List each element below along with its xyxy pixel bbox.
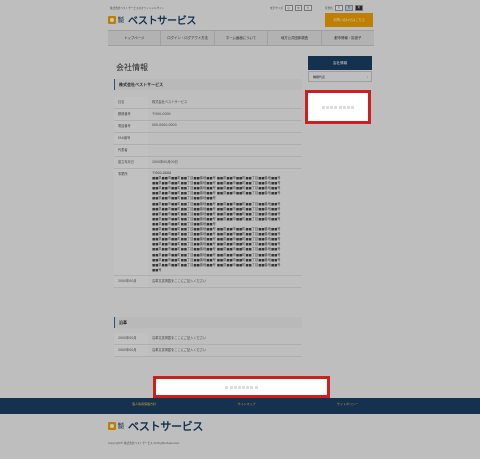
bg-blue-button[interactable]: 青 — [344, 5, 353, 11]
row-label: 代表者 — [114, 145, 148, 156]
font-size-control: 文字サイズ 小 中 大 — [270, 5, 312, 11]
table-row: 電話番号 000-0000-0000 — [114, 121, 302, 133]
row-value: 沿革文書掲載をここにご記入ください — [152, 278, 207, 283]
table-row: 2000年00月 沿革文書掲載をここにご記入ください — [114, 333, 302, 345]
address-line: ■■県■■市■■町■■丁目■■番地■■号 ■■県■■市■■町■■丁目■■番地■■… — [152, 262, 281, 267]
table-row: 2000年00月 沿革文書掲載をここにご記入ください — [114, 345, 302, 357]
global-nav: トップページ ログイン・ログアウト方法 ホーム画面について 地方公共団体調査 都… — [108, 30, 374, 46]
row-label: 社名 — [114, 97, 148, 108]
address-line: ■■県■■市■■町■■丁目■■番地■■号 ■■県■■市■■町■■丁目■■番地■■… — [152, 252, 281, 257]
font-size-large-button[interactable]: 大 — [304, 5, 312, 11]
nav-item-top[interactable]: トップページ — [108, 31, 162, 45]
address-line: ■■号 — [152, 267, 162, 272]
site-tagline: 株式会社ベストサービスのオフィシャルサイト — [110, 7, 165, 10]
logo-kk: 株式会社 — [118, 15, 125, 23]
row-label: 2000年00月 — [114, 333, 148, 344]
row-label: 電話番号 — [114, 121, 148, 132]
bottom-ad-box[interactable] — [153, 376, 330, 398]
row-label: 2000年00月 — [114, 275, 148, 287]
bg-black-button[interactable]: 黒 — [354, 5, 363, 11]
company-info-table: 社名 株式会社ベストサービス 郵便番号 〒000-0000 電話番号 000-0… — [114, 97, 302, 288]
sidebar-heading: 会社情報 — [308, 56, 372, 70]
company-heading: 株式会社ベストサービス — [114, 79, 302, 90]
logo-mark-icon — [108, 422, 116, 430]
nav-item-survey[interactable]: 地方公共団体調査 — [268, 31, 322, 45]
site-logo[interactable]: 株式会社 ベストサービス — [108, 12, 196, 27]
row-label: 郵便番号 — [114, 109, 148, 120]
history-table: 2000年00月 沿革文書掲載をここにご記入ください 2000年00月 沿革文書… — [114, 333, 302, 357]
font-size-small-button[interactable]: 小 — [284, 5, 293, 11]
table-row: 代表者 — [114, 145, 302, 157]
nav-item-city-info[interactable]: 都市情報・拡張子 — [322, 31, 374, 45]
row-value: 〒000-0000 — [152, 112, 171, 116]
row-value: 沿革文書掲載をここにご記入ください — [152, 348, 207, 352]
logo-name: ベストサービス — [128, 420, 204, 433]
row-value: 株式会社ベストサービス — [152, 100, 188, 104]
logo-mark-icon — [108, 15, 116, 24]
table-row: 設立年月日 2000年00月00日 — [114, 157, 302, 169]
footer-links: 個人情報保護方針 サイトマップ サイトポリシー — [112, 402, 378, 406]
sidebar-item-label: 種類代表 — [313, 75, 326, 79]
footer-link-policy[interactable]: サイトポリシー — [317, 402, 378, 406]
address-line: ■■県■■市■■町■■丁目■■番地■■号 ■■県■■市■■町■■丁目■■番地■■… — [152, 257, 281, 262]
address-block: 〒000-0000 ■■県■■市■■町■■丁目■■番地■■号 ■■県■■市■■町■… — [148, 169, 302, 275]
chevron-right-icon: › — [366, 75, 368, 79]
sidebar-ad-box[interactable] — [305, 90, 371, 124]
footer-logo[interactable]: 株式会社 ベストサービス — [108, 418, 203, 434]
table-row: 社名 株式会社ベストサービス — [114, 97, 302, 109]
footer-band — [0, 398, 480, 414]
row-label: 2000年00月 — [114, 345, 148, 356]
logo-name: ベストサービス — [128, 16, 197, 27]
nav-item-login[interactable]: ログイン・ログアウト方法 — [161, 31, 215, 45]
address-line: ■■県■■市■■町■■丁目■■番地■■号 ■■県■■市■■町■■丁目■■番地■■… — [152, 247, 281, 252]
font-size-medium-button[interactable]: 中 — [294, 5, 303, 11]
placeholder-dots — [321, 105, 355, 109]
contact-button[interactable]: お問い合わせはこちら — [325, 13, 373, 27]
table-row: FAX番号 — [114, 133, 302, 145]
table-row: 郵便番号 〒000-0000 — [114, 109, 302, 121]
bg-color-control: 背景色 白 青 黒 — [325, 5, 363, 11]
placeholder-dots — [225, 385, 258, 389]
table-row: 2000年00月 沿革文書掲載をここにご記入ください — [114, 275, 302, 288]
address-row: 事業所 〒000-0000 ■■県■■市■■町■■丁目■■番地■■号 ■■県■■市… — [114, 169, 302, 276]
sidebar-item[interactable]: 種類代表 › — [308, 71, 372, 82]
page-title: 会社情報 — [116, 63, 148, 72]
nav-item-home-screen[interactable]: ホーム画面について — [215, 31, 269, 45]
row-value — [148, 145, 302, 156]
font-size-label: 文字サイズ — [270, 7, 283, 10]
address-line: ■■県■■市■■町■■丁目■■番地■■号 ■■県■■市■■町■■丁目■■番地■■… — [152, 206, 281, 211]
row-value: 2000年00月00日 — [152, 160, 178, 164]
footer-link-privacy[interactable]: 個人情報保護方針 — [112, 402, 176, 406]
bg-white-button[interactable]: 白 — [334, 5, 343, 11]
logo-kk: 株式会社 — [118, 422, 125, 429]
row-label: 設立年月日 — [114, 157, 148, 168]
row-value: 沿革文書掲載をここにご記入ください — [152, 336, 207, 340]
address-line: ■■県■■市■■町■■丁目■■番地■■号 ■■県■■市■■町■■丁目■■番地■■… — [152, 201, 281, 206]
bg-color-label: 背景色 — [325, 7, 333, 10]
row-label: 事業所 — [114, 169, 148, 275]
row-value: 000-0000-0000 — [152, 123, 177, 127]
footer-link-sitemap[interactable]: サイトマップ — [217, 402, 275, 406]
history-heading: 沿革 — [114, 317, 302, 328]
row-label: FAX番号 — [114, 133, 148, 144]
row-value — [148, 133, 302, 144]
copyright: Copyright© 株式会社ベストサービス All Rights Reserv… — [108, 442, 180, 445]
